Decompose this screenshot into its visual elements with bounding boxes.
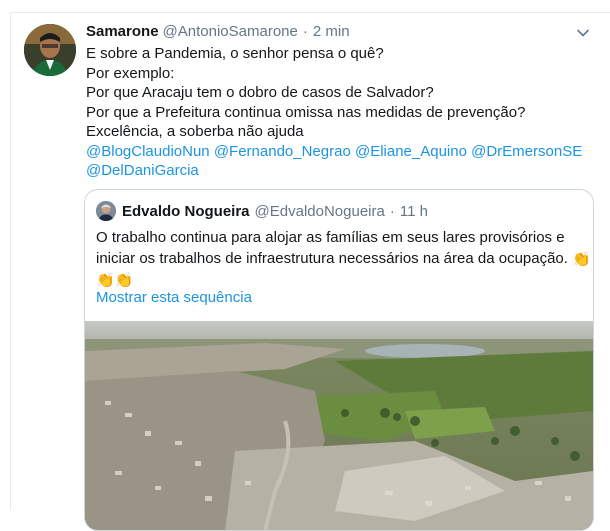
author-avatar[interactable] [24, 24, 76, 76]
mention-link[interactable]: @DelDaniGarcia [86, 162, 199, 179]
quoted-author-name[interactable]: Edvaldo Nogueira [122, 203, 250, 220]
tweet-text-line: Por que Aracaju tem o dobro de casos de … [86, 84, 434, 101]
tweet-text-line: Por exemplo: [86, 64, 175, 82]
mention-link[interactable]: @Eliane_Aquino [355, 143, 467, 160]
chevron-down-icon[interactable] [574, 24, 592, 42]
mention-link[interactable]: @BlogClaudioNun [86, 143, 210, 160]
tweet-header: Samarone @AntonioSamarone · 2 min [86, 22, 592, 42]
quoted-author-avatar[interactable] [96, 201, 116, 221]
quoted-text-segment: iniciar os trabalhos de infraestrutura n… [96, 250, 568, 267]
clapping-hands-icon: 👏 [114, 272, 134, 289]
tweet-text-line: Excelência, a soberba não ajuda [86, 123, 304, 140]
tweet-timestamp[interactable]: 2 min [313, 22, 350, 42]
quoted-tweet-header: Edvaldo Nogueira @EdvaldoNogueira · 11 h [96, 201, 428, 221]
mentions-line: @BlogClaudioNun @Fernando_Negrao @Eliane… [86, 142, 592, 162]
quoted-tweet[interactable]: Edvaldo Nogueira @EdvaldoNogueira · 11 h… [84, 189, 594, 531]
clapping-hands-icon: 👏 [96, 272, 115, 289]
quoted-text-line: O trabalho continua para alojar as famíl… [96, 229, 565, 246]
quoted-tweet-text: O trabalho continua para alojar as famíl… [96, 227, 591, 290]
quoted-author-handle[interactable]: @EdvaldoNogueira [255, 203, 385, 220]
separator-dot: · [302, 23, 308, 40]
tweet-text-line: E sobre a Pandemia, o senhor pensa o quê… [86, 45, 384, 62]
mention-link[interactable]: @DrEmersonSE [471, 143, 582, 160]
clapping-hands-icon: 👏 [572, 251, 591, 268]
author-handle[interactable]: @AntonioSamarone [163, 22, 298, 42]
author-name[interactable]: Samarone [86, 22, 159, 42]
show-thread-link[interactable]: Mostrar esta sequência [96, 289, 252, 306]
separator-dot: · [389, 202, 395, 220]
mention-link[interactable]: @Fernando_Negrao [214, 143, 351, 160]
mentions-line: @DelDaniGarcia [86, 161, 592, 181]
emoji-line: 👏👏 [96, 269, 584, 290]
aerial-photo[interactable] [85, 321, 593, 531]
timeline-border [10, 12, 11, 510]
tweet-text-line: Por que a Prefeitura continua omissa nas… [86, 103, 526, 121]
tweet[interactable]: Samarone @AntonioSamarone · 2 min E sobr… [86, 22, 592, 181]
tweet-text: E sobre a Pandemia, o senhor pensa o quê… [86, 44, 592, 181]
quoted-tweet-timestamp[interactable]: 11 h [400, 203, 428, 220]
quoted-text-line: iniciar os trabalhos de infraestrutura n… [96, 248, 591, 269]
timeline-divider [10, 12, 610, 13]
